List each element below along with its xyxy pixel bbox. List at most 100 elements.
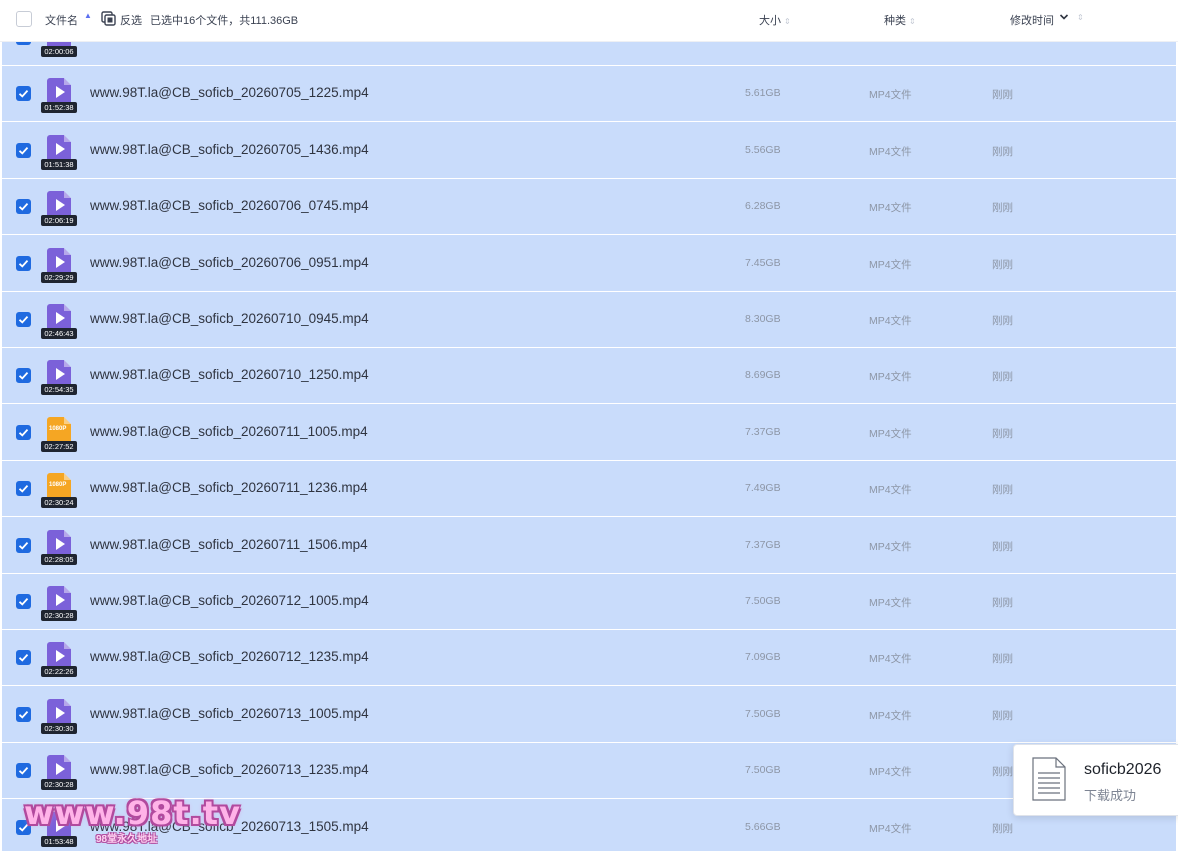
download-toast[interactable]: soficb2026 下载成功 [1013,744,1178,816]
column-size-header[interactable]: 大小 ⇕ [759,12,791,28]
file-row[interactable]: 02:22:26 www.98T.la@CB_soficb_20260712_12… [2,629,1176,687]
file-type: MP4文件 [869,597,912,609]
file-row[interactable]: 02:29:29 www.98T.la@CB_soficb_20260706_09… [2,235,1176,292]
file-name[interactable]: www.98T.la@CB_soficb_20260713_1235.mp4 [90,762,369,777]
row-checkbox[interactable] [16,594,31,609]
sort-ascending-icon[interactable]: ▲ [84,11,92,20]
file-row[interactable]: 02:30:28 www.98T.la@CB_soficb_20260713_12… [2,742,1176,800]
file-name[interactable]: www.98T.la@CB_soficb_20260711_1506.mp4 [90,537,368,552]
play-icon [56,312,65,324]
file-list: 02:00:06 01:52:38 www.98T.la@CB_soficb_202… [2,41,1176,851]
list-header: 文件名 ▲ 反选 已选中16个文件，共111.36GB 大小 ⇕ 种类 ⇕ 修改时间… [0,0,1178,42]
file-type: MP4文件 [869,89,912,102]
file-modified-time: 刚刚 [992,315,1013,327]
file-name[interactable]: www.98T.la@CB_soficb_20260712_1005.mp4 [90,593,369,608]
file-modified-time: 刚刚 [992,145,1013,158]
column-type-header[interactable]: 种类 ⇕ [884,12,916,28]
sort-icon: ⇕ [784,17,791,26]
file-name[interactable]: www.98T.la@CB_soficb_20260711_1236.mp4 [90,480,368,495]
file-name[interactable]: www.98T.la@CB_soficb_20260706_0951.mp4 [90,255,369,270]
file-name[interactable]: www.98T.la@CB_soficb_20260710_0945.mp4 [90,311,369,326]
file-row[interactable]: 01:51:38 www.98T.la@CB_soficb_20260705_14… [2,122,1176,179]
file-modified-time: 刚刚 [992,202,1013,215]
video-file-icon: 02:28:05 [41,529,77,566]
row-checkbox[interactable] [16,763,31,779]
file-name[interactable]: www.98T.la@CB_soficb_20260713_1005.mp4 [90,706,369,721]
sort-icon[interactable]: ⇕ [1077,13,1084,22]
file-row[interactable]: 1080P 02:30:24 www.98T.la@CB_soficb_202607… [2,460,1176,518]
column-name-header[interactable]: 文件名 [45,12,78,28]
invert-selection-button[interactable]: 反选 [120,12,142,28]
file-name[interactable]: www.98T.la@CB_soficb_20260705_1225.mp4 [90,85,369,100]
video-file-icon: 02:46:43 [41,304,77,340]
file-row[interactable]: 02:54:35 www.98T.la@CB_soficb_20260710_12… [2,347,1176,405]
file-row[interactable]: 02:30:30 www.98T.la@CB_soficb_20260713_10… [2,686,1176,743]
row-checkbox[interactable] [16,368,31,384]
sort-icon: ⇕ [909,17,916,26]
video-file-icon: 02:22:26 [41,642,77,678]
file-row[interactable]: 02:46:43 www.98T.la@CB_soficb_20260710_09… [2,291,1176,348]
watermark-text: www.98t.tv [24,794,241,832]
row-checkbox[interactable] [16,312,31,327]
video-file-icon: 02:06:19 [41,191,77,227]
duration-badge: 02:46:43 [41,328,77,339]
play-icon [56,594,65,606]
file-size: 6.28GB [745,200,781,213]
file-type: MP4文件 [869,484,912,497]
file-type: MP4文件 [869,315,912,327]
select-all-checkbox[interactable] [16,11,32,27]
video-file-icon: 02:00:06 [41,41,77,58]
file-size: 7.37GB [745,425,781,438]
play-icon [56,255,65,268]
file-size: 7.37GB [745,538,781,551]
file-type: MP4文件 [869,258,912,271]
file-type: MP4文件 [869,709,912,722]
row-checkbox[interactable] [16,650,31,666]
video-file-icon: 02:54:35 [41,360,77,396]
file-name[interactable]: www.98T.la@CB_soficb_20260706_0745.mp4 [90,198,369,213]
row-checkbox[interactable] [16,255,31,271]
play-icon [56,763,65,776]
row-checkbox[interactable] [16,199,31,215]
video-file-icon: 01:52:38 [41,78,77,114]
file-row[interactable]: 02:28:05 www.98T.la@CB_soficb_20260711_15… [2,517,1176,574]
video-file-icon: 1080P 02:27:52 [41,416,77,453]
file-name[interactable]: www.98T.la@CB_soficb_20260712_1235.mp4 [90,649,369,664]
video-file-icon: 1080P 02:30:24 [41,473,77,509]
resolution-badge: 1080P [49,482,67,489]
file-name[interactable]: www.98T.la@CB_soficb_20260711_1005.mp4 [90,424,368,439]
file-row[interactable]: 02:30:28 www.98T.la@CB_soficb_20260712_10… [2,573,1176,630]
file-modified-time: 刚刚 [992,597,1013,609]
file-row[interactable]: 02:06:19 www.98T.la@CB_soficb_20260706_07… [2,178,1176,236]
file-name[interactable]: www.98T.la@CB_soficb_20260705_1436.mp4 [90,142,369,157]
chevron-down-icon[interactable] [1059,12,1069,22]
video-file-icon: 02:30:28 [41,586,77,622]
watermark-logo: www.98t.tv 98堂永久地址 [20,794,240,848]
file-type: MP4文件 [869,653,912,666]
video-file-icon: 02:30:30 [41,698,77,735]
file-modified-time: 刚刚 [992,540,1013,553]
invert-selection-icon[interactable] [101,11,116,26]
play-icon [56,650,65,663]
row-checkbox[interactable] [16,537,31,553]
file-row[interactable]: 01:52:38 www.98T.la@CB_soficb_20260705_12… [2,65,1176,123]
file-modified-time: 刚刚 [992,258,1013,271]
file-modified-time: 刚刚 [992,89,1013,102]
file-modified-time: 刚刚 [992,653,1013,666]
file-row[interactable]: 02:00:06 [2,41,1176,66]
file-type: MP4文件 [869,766,912,779]
file-size: 7.09GB [745,651,781,664]
file-size: 5.66GB [745,820,781,833]
file-size: 7.49GB [745,482,781,495]
row-checkbox[interactable] [16,706,31,722]
video-file-icon: 02:30:28 [41,755,77,791]
play-icon [56,86,65,99]
column-time-header[interactable]: 修改时间 [1010,12,1054,28]
row-checkbox[interactable] [16,424,31,440]
row-checkbox[interactable] [16,481,31,497]
file-name[interactable]: www.98T.la@CB_soficb_20260710_1250.mp4 [90,367,369,382]
file-size: 8.30GB [745,313,781,325]
row-checkbox[interactable] [16,142,31,158]
row-checkbox[interactable] [16,86,31,102]
file-row[interactable]: 1080P 02:27:52 www.98T.la@CB_soficb_202607… [2,404,1176,461]
